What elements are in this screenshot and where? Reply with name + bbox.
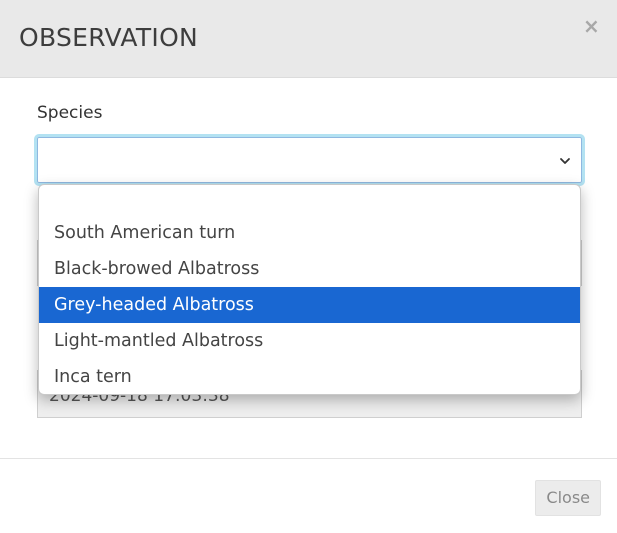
- species-option[interactable]: Light-mantled Albatross: [39, 323, 580, 359]
- species-select[interactable]: [34, 134, 585, 186]
- species-option-highlighted[interactable]: Grey-headed Albatross: [39, 287, 580, 323]
- species-option[interactable]: Inca tern: [39, 359, 580, 394]
- species-option[interactable]: South American turn: [39, 215, 580, 251]
- observation-modal: OBSERVATION × Species 2024-09-18 17:03:3…: [0, 0, 617, 533]
- species-label: Species: [37, 103, 103, 123]
- chevron-down-icon: [560, 158, 570, 164]
- close-button[interactable]: Close: [535, 480, 601, 516]
- close-icon[interactable]: ×: [583, 16, 600, 36]
- species-dropdown-list[interactable]: South American turn Black-browed Albatro…: [38, 184, 581, 395]
- species-option[interactable]: Black-browed Albatross: [39, 251, 580, 287]
- modal-title: OBSERVATION: [19, 23, 199, 52]
- modal-header: OBSERVATION ×: [0, 0, 617, 78]
- modal-footer: Close: [0, 458, 617, 533]
